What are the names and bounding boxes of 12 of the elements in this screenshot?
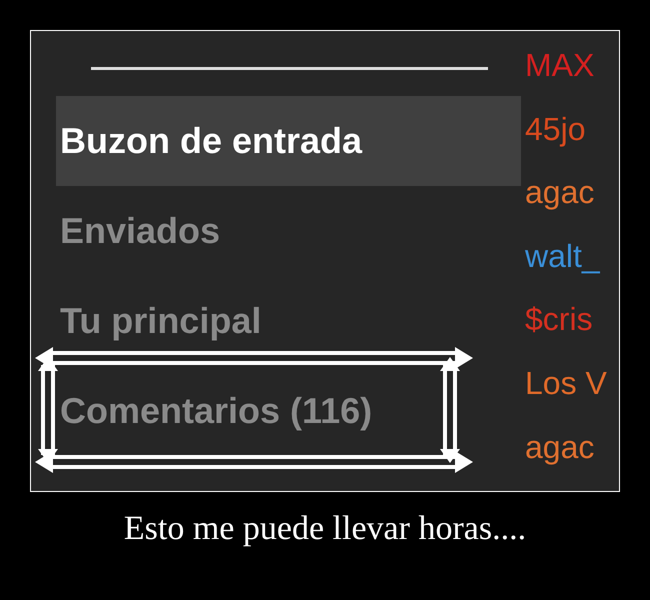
menu-item[interactable]: Tu principal (56, 276, 521, 366)
username[interactable]: $cris (525, 303, 593, 337)
menu-item[interactable]: Comentarios (116) (56, 366, 521, 456)
username[interactable]: agac (525, 430, 594, 464)
username[interactable]: agac (525, 176, 594, 210)
username[interactable]: 45jo (525, 112, 586, 146)
menu-item[interactable]: Buzon de entrada (56, 96, 521, 186)
username[interactable]: walt_ (525, 240, 600, 274)
username[interactable]: Los V (525, 366, 607, 401)
poster-caption: Esto me puede llevar horas.... (122, 510, 528, 548)
username[interactable]: MAX (525, 49, 594, 83)
menu-item[interactable]: Enviados (56, 186, 521, 276)
